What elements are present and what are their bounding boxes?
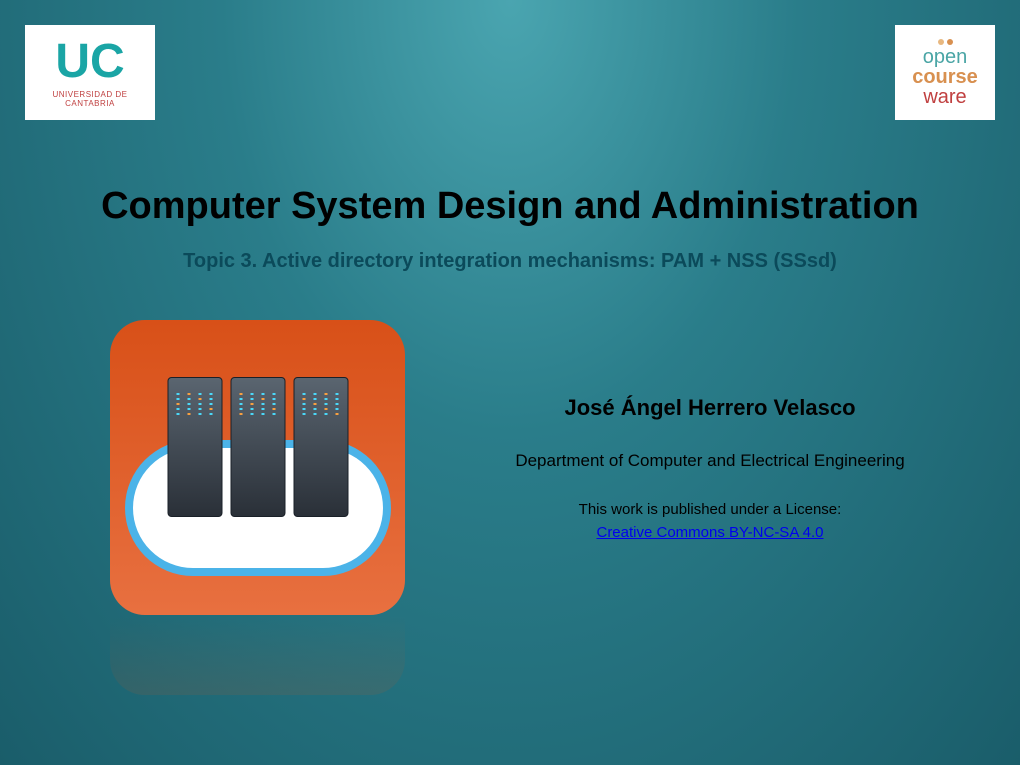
image-reflection	[110, 615, 405, 695]
ocw-open: open	[923, 47, 968, 67]
servers-icon	[167, 377, 348, 517]
department: Department of Computer and Electrical En…	[470, 449, 950, 473]
uc-logo-subtitle: UNIVERSIDAD DE CANTABRIA	[33, 90, 147, 108]
author-name: José Ángel Herrero Velasco	[470, 395, 950, 421]
server-cloud-image	[110, 320, 405, 615]
page-title: Computer System Design and Administratio…	[0, 185, 1020, 228]
page-subtitle: Topic 3. Active directory integration me…	[0, 250, 1020, 273]
ocw-ware: ware	[923, 87, 966, 107]
ocw-logo: open course ware	[895, 25, 995, 120]
ocw-course: course	[912, 67, 978, 87]
ocw-dots-icon	[938, 39, 953, 45]
uc-logo: UC UNIVERSIDAD DE CANTABRIA	[25, 25, 155, 120]
author-block: José Ángel Herrero Velasco Department of…	[470, 395, 950, 542]
license-intro: This work is published under a License:	[470, 501, 950, 518]
uc-logo-text: UC	[55, 38, 124, 86]
license-link[interactable]: Creative Commons BY-NC-SA 4.0	[596, 524, 823, 541]
